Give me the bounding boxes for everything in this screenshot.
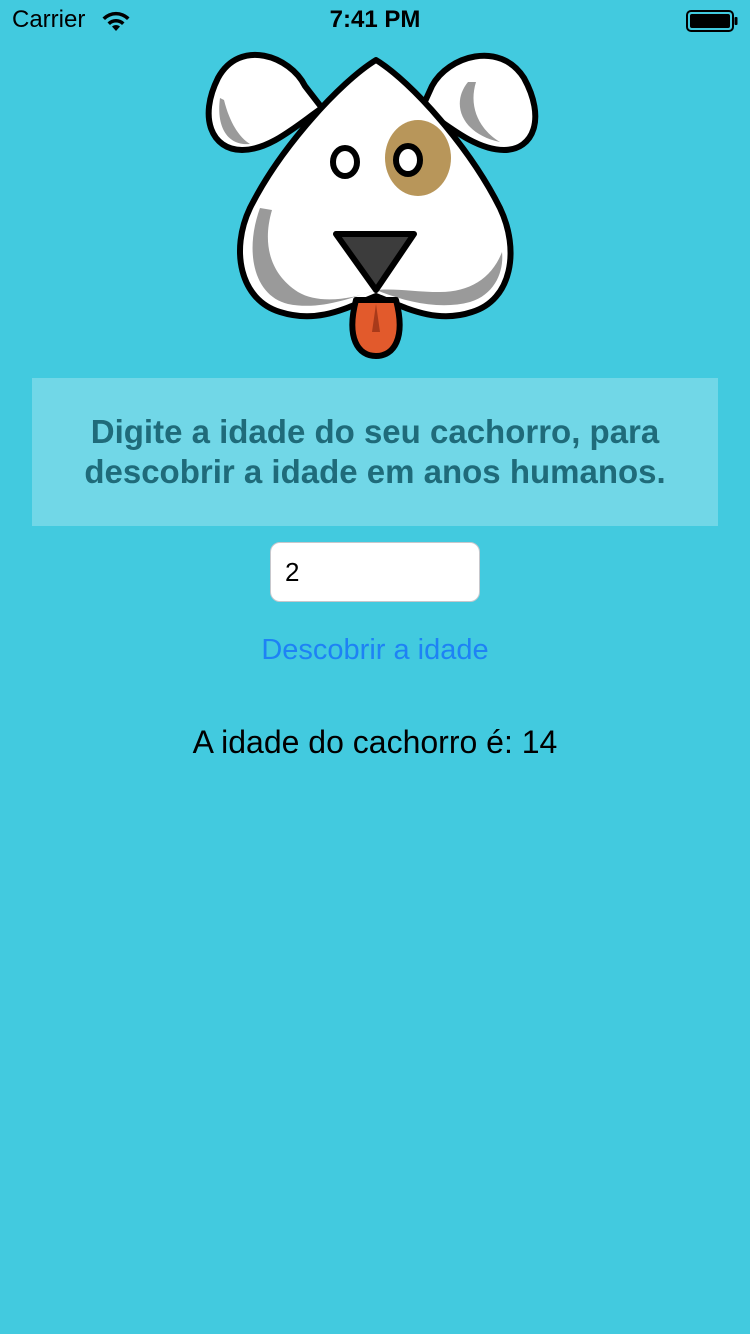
status-bar: Carrier 7:41 PM — [0, 0, 750, 40]
status-time: 7:41 PM — [329, 6, 421, 33]
left-eye — [330, 145, 360, 179]
dog-age-input[interactable] — [270, 542, 480, 602]
discover-age-button[interactable]: Descobrir a idade — [0, 628, 750, 672]
battery-icon — [686, 10, 738, 32]
right-eye — [393, 143, 423, 177]
result-label: A idade do cachorro é: 14 — [192, 724, 558, 760]
instruction-text: Digite a idade do seu cachorro, para des… — [84, 413, 666, 490]
instruction-panel: Digite a idade do seu cachorro, para des… — [32, 378, 718, 526]
dog-face-icon — [205, 51, 539, 359]
app-screen: Carrier 7:41 PM Digite a idade do seu ca… — [0, 0, 750, 1334]
